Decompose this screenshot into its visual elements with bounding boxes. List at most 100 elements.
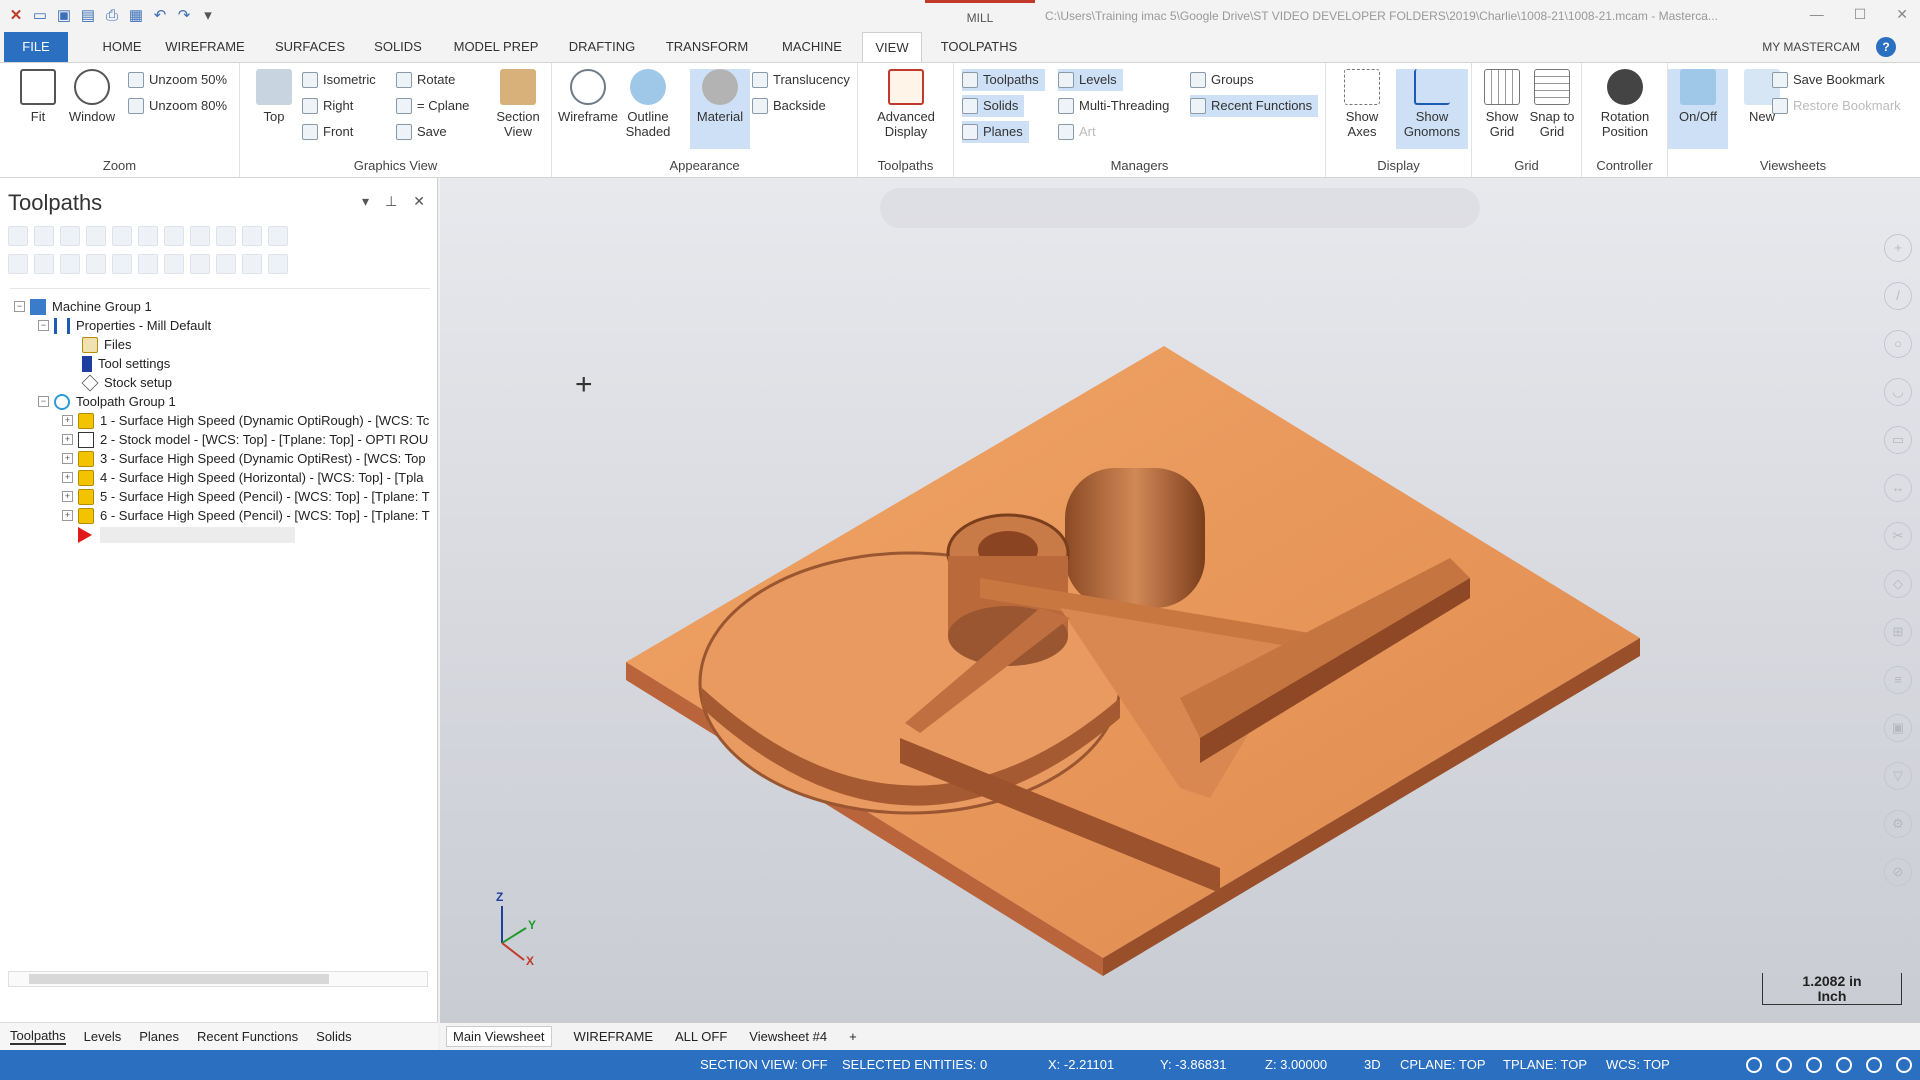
tree-operation-6[interactable]: +6 - Surface High Speed (Pencil) - [WCS:… [62, 506, 430, 525]
tree-operation-1[interactable]: +1 - Surface High Speed (Dynamic OptiRou… [62, 411, 429, 430]
tplane-status[interactable]: TPLANE: TOP [1503, 1050, 1587, 1080]
post-icon[interactable] [190, 226, 210, 246]
z-coordinate[interactable]: Z: 3.00000 [1265, 1050, 1327, 1080]
tree-stock-setup[interactable]: Stock setup [81, 373, 172, 392]
translucency-toggle-icon[interactable] [1896, 1057, 1912, 1073]
tab-all-off-viewsheet[interactable]: ALL OFF [675, 1029, 727, 1044]
advanced-display-button[interactable]: Advanced Display [868, 69, 944, 139]
tree-operation-4[interactable]: +4 - Surface High Speed (Horizontal) - [… [62, 468, 423, 487]
help-icon[interactable] [268, 226, 288, 246]
tab-view[interactable]: VIEW [862, 32, 922, 62]
collapse-icon[interactable]: − [38, 320, 49, 331]
restore-bookmark-button[interactable]: Restore Bookmark [1772, 95, 1901, 117]
circle-icon[interactable]: ○ [1884, 330, 1912, 358]
toggle-post-icon[interactable] [60, 254, 80, 274]
tab-planes-manager[interactable]: Planes [139, 1029, 179, 1044]
solid-icon[interactable]: ▣ [1884, 714, 1912, 742]
maximize-icon[interactable]: ☐ [1854, 6, 1867, 23]
multi-threading-button[interactable]: Multi-Threading [1058, 95, 1169, 117]
scroll-thumb[interactable] [29, 974, 329, 984]
select-dirty-icon[interactable] [60, 226, 80, 246]
translucency-button[interactable]: Translucency [752, 69, 850, 91]
regenerate-icon[interactable] [86, 226, 106, 246]
expand-icon[interactable]: + [62, 415, 73, 426]
tree-machine-group[interactable]: − Machine Group 1 [14, 297, 152, 316]
display-options-icon[interactable] [216, 254, 236, 274]
material-button[interactable]: Material [690, 69, 750, 149]
rectangle-icon[interactable]: ▭ [1884, 426, 1912, 454]
rotation-position-button[interactable]: Rotation Position [1584, 69, 1666, 139]
toggle-display-icon[interactable] [34, 254, 54, 274]
tab-viewsheet-4[interactable]: Viewsheet #4 [749, 1029, 827, 1044]
minimize-icon[interactable]: — [1810, 6, 1824, 23]
collapse-icon[interactable] [268, 254, 288, 274]
fit-button[interactable]: Fit [8, 69, 68, 124]
expand-icon[interactable]: + [62, 510, 73, 521]
snap-to-grid-button[interactable]: Snap to Grid [1522, 69, 1582, 139]
tree-horizontal-scrollbar[interactable] [8, 971, 428, 987]
help-icon[interactable]: ? [1876, 37, 1896, 57]
globe-icon[interactable] [1746, 1057, 1762, 1073]
mode-3d[interactable]: 3D [1364, 1050, 1381, 1080]
arc-icon[interactable]: ◡ [1884, 378, 1912, 406]
unzoom-50-button[interactable]: Unzoom 50% [128, 69, 227, 91]
graphics-viewport[interactable]: + Z Y X + / ○ ◡ ▭ ↔ ✂ ◇ ⊞ ≡ ▣ ▽ ⚙ ⊘ 1.20… [440, 178, 1920, 1022]
analyze-icon[interactable]: ◇ [1884, 570, 1912, 598]
toolpaths-manager-button[interactable]: Toolpaths [962, 69, 1045, 91]
tree-tool-settings[interactable]: Tool settings [82, 354, 170, 373]
outline-shaded-button[interactable]: Outline Shaded [618, 69, 678, 139]
selected-entities-status[interactable]: SELECTED ENTITIES: 0 [842, 1050, 987, 1080]
tab-solids[interactable]: SOLIDS [370, 32, 426, 62]
dimension-icon[interactable]: ↔ [1884, 474, 1912, 502]
section-view-status[interactable]: SECTION VIEW: OFF [700, 1050, 828, 1080]
wireframe-mode-icon[interactable] [1866, 1057, 1882, 1073]
move-up-icon[interactable] [112, 254, 132, 274]
panel-menu-icon[interactable]: ▾ [362, 193, 369, 210]
art-button[interactable]: Art [1058, 121, 1096, 143]
tab-levels-manager[interactable]: Levels [84, 1029, 122, 1044]
pin-icon[interactable]: ⊥ [385, 193, 397, 210]
line-icon[interactable]: / [1884, 282, 1912, 310]
insert-arrow[interactable] [78, 525, 295, 544]
tab-home[interactable]: HOME [92, 32, 152, 62]
tab-file[interactable]: FILE [4, 32, 68, 62]
trim-icon[interactable]: ✂ [1884, 522, 1912, 550]
tree-operation-3[interactable]: +3 - Surface High Speed (Dynamic OptiRes… [62, 449, 426, 468]
shaded-mode-icon[interactable] [1836, 1057, 1852, 1073]
wcs-status[interactable]: WCS: TOP [1606, 1050, 1670, 1080]
cplane-status[interactable]: CPLANE: TOP [1400, 1050, 1486, 1080]
tab-machine[interactable]: MACHINE [776, 32, 848, 62]
cplane-button[interactable]: = Cplane [396, 95, 469, 117]
front-view-button[interactable]: Front [302, 121, 353, 143]
single-display-icon[interactable] [190, 254, 210, 274]
backplot-icon[interactable] [112, 226, 132, 246]
tree-properties[interactable]: − Properties - Mill Default [38, 316, 211, 335]
tab-wireframe[interactable]: WIREFRAME [162, 32, 248, 62]
tab-toolpaths-manager[interactable]: Toolpaths [10, 1028, 66, 1045]
delete-operations-icon[interactable] [242, 226, 262, 246]
deselect-icon[interactable] [34, 226, 54, 246]
tab-main-viewsheet[interactable]: Main Viewsheet [446, 1026, 552, 1047]
tab-transform[interactable]: TRANSFORM [664, 32, 750, 62]
unzoom-80-button[interactable]: Unzoom 80% [128, 95, 227, 117]
tab-toolpaths[interactable]: TOOLPATHS [936, 32, 1022, 62]
move-down-icon[interactable] [86, 254, 106, 274]
levels-manager-button[interactable]: Levels [1058, 69, 1123, 91]
new-file-icon[interactable]: ▭ [30, 5, 50, 25]
add-icon[interactable]: + [1884, 234, 1912, 262]
globe-icon[interactable] [1776, 1057, 1792, 1073]
close-icon[interactable]: ✕ [1896, 6, 1908, 23]
wireframe-button[interactable]: Wireframe [558, 69, 618, 124]
section-view-button[interactable]: Section View [488, 69, 548, 139]
tree-files[interactable]: Files [82, 335, 131, 354]
tab-model-prep[interactable]: MODEL PREP [450, 32, 542, 62]
open-icon[interactable]: ▤ [78, 5, 98, 25]
backside-button[interactable]: Backside [752, 95, 826, 117]
filter-icon[interactable]: ▽ [1884, 762, 1912, 790]
tab-drafting[interactable]: DRAFTING [566, 32, 638, 62]
settings-icon[interactable]: ⚙ [1884, 810, 1912, 838]
rotate-button[interactable]: Rotate [396, 69, 455, 91]
panel-close-icon[interactable]: ✕ [413, 193, 425, 210]
tree-operation-5[interactable]: +5 - Surface High Speed (Pencil) - [WCS:… [62, 487, 430, 506]
solids-manager-button[interactable]: Solids [962, 95, 1025, 117]
